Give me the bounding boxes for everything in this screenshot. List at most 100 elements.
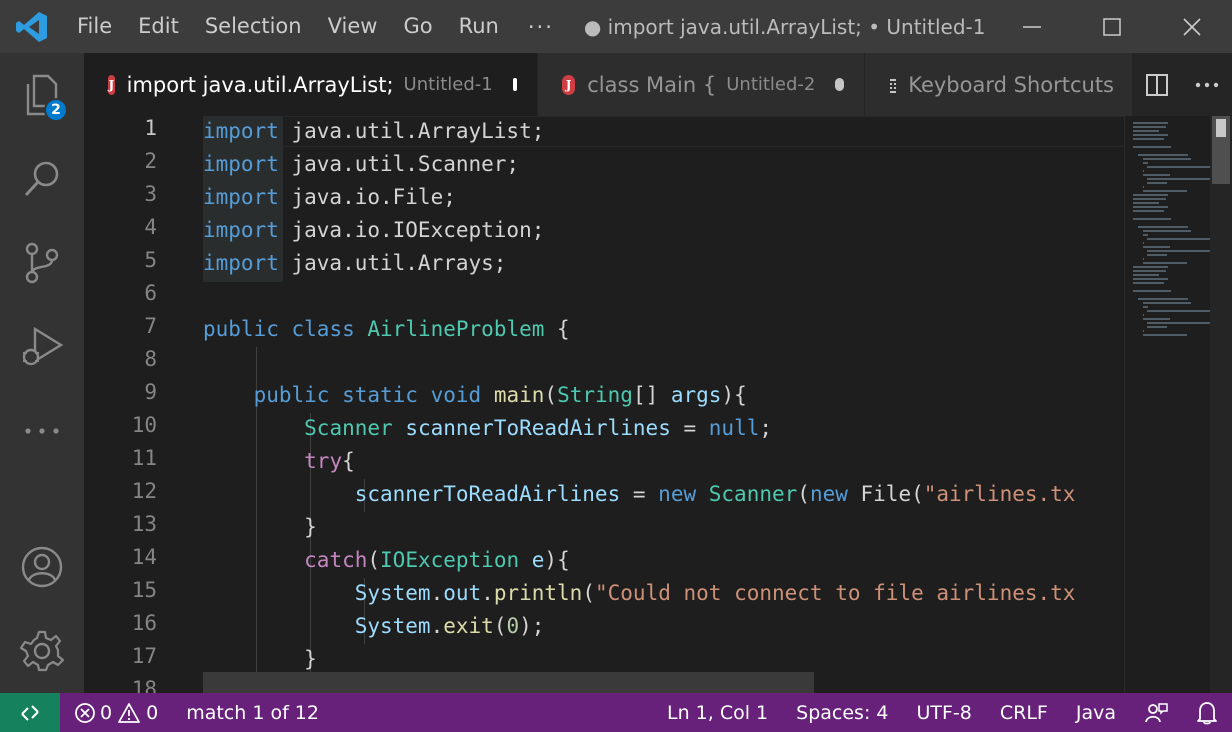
minimap-line: [1133, 290, 1171, 292]
vertical-scrollbar[interactable]: [1210, 116, 1232, 693]
minimap-line: [1133, 138, 1165, 140]
problems-indicator[interactable]: 0 0: [60, 702, 172, 724]
unsaved-dot-icon[interactable]: [835, 78, 844, 91]
more-actions-icon[interactable]: [1195, 80, 1219, 90]
line-number: 15: [131, 578, 157, 602]
minimap-line: [1142, 190, 1187, 192]
account-icon: [21, 546, 63, 588]
tab-label: Keyboard Shortcuts: [908, 72, 1114, 97]
minimap-line: [1142, 246, 1170, 248]
run-debug-button[interactable]: [0, 305, 84, 389]
line-number: 5: [144, 248, 157, 272]
code-line: public class AirlineProblem {: [203, 317, 570, 341]
unsaved-dot-icon[interactable]: [512, 78, 517, 91]
notifications-button[interactable]: [1182, 701, 1232, 725]
search-match-status[interactable]: match 1 of 12: [172, 702, 333, 724]
search-icon: [24, 161, 59, 197]
minimap-line: [1133, 146, 1171, 148]
menu-edit[interactable]: Edit: [125, 0, 192, 53]
feedback-button[interactable]: [1130, 701, 1182, 725]
ellipsis-icon: [25, 428, 59, 434]
menu-file[interactable]: File: [64, 0, 125, 53]
minimap-line: [1133, 266, 1169, 268]
maximize-button[interactable]: [1072, 0, 1152, 53]
menu-bar: File Edit Selection View Go Run ···: [64, 0, 574, 53]
minimap-line: [1142, 170, 1144, 172]
code-editor[interactable]: 1 2 3 4 5 6 7 8 9 10 11 12 13 14 15 16 1…: [84, 116, 1232, 693]
minimap-line: [1133, 210, 1165, 212]
tab-untitled-1[interactable]: J import java.util.ArrayList; Untitled-1: [84, 53, 538, 116]
split-editor-icon[interactable]: [1145, 73, 1169, 97]
line-number: 10: [131, 413, 157, 437]
menu-go[interactable]: Go: [390, 0, 445, 53]
source-control-button[interactable]: [0, 221, 84, 305]
code-line: catch(IOException e){: [304, 548, 570, 572]
minimap-line: [1133, 134, 1169, 136]
editor-actions: [1132, 53, 1232, 116]
close-window-button[interactable]: [1152, 0, 1232, 53]
line-number: 9: [144, 380, 157, 404]
line-number: 12: [131, 479, 157, 503]
tab-keyboard-shortcuts[interactable]: Keyboard Shortcuts: [865, 53, 1135, 116]
line-number: 4: [144, 215, 157, 239]
encoding[interactable]: UTF-8: [902, 702, 985, 724]
indentation[interactable]: Spaces: 4: [782, 702, 902, 724]
minimap-line: [1142, 186, 1144, 188]
tab-untitled-2[interactable]: J class Main { Untitled-2: [538, 53, 865, 116]
minimap-line: [1142, 262, 1187, 264]
menu-more-button[interactable]: ···: [512, 15, 574, 39]
line-number: 17: [131, 644, 157, 668]
code-line: import java.util.ArrayList;: [203, 119, 545, 143]
menu-run[interactable]: Run: [446, 0, 512, 53]
minimize-icon: [1023, 25, 1041, 28]
minimap-line: [1133, 282, 1165, 284]
window-controls: [992, 0, 1232, 53]
minimap-line: [1142, 162, 1148, 164]
code-line: import java.util.Arrays;: [203, 251, 507, 275]
code-line: System.out.println("Could not connect to…: [354, 581, 1076, 605]
remote-button[interactable]: [0, 693, 60, 732]
minimap-line: [1147, 250, 1218, 252]
minimap-line: [1147, 182, 1167, 184]
status-bar: 0 0 match 1 of 12 Ln 1, Col 1 Spaces: 4 …: [0, 693, 1232, 732]
minimap-line: [1133, 194, 1169, 196]
menu-view[interactable]: View: [315, 0, 391, 53]
minimap-line: [1133, 202, 1159, 204]
code-line: System.exit(0);: [354, 614, 545, 638]
code-line: scannerToReadAirlines = new Scanner(new …: [354, 482, 1076, 506]
run-debug-icon: [22, 326, 64, 366]
code-line: Scanner scannerToReadAirlines = null;: [304, 416, 773, 440]
java-file-icon: J: [562, 74, 576, 95]
minimap-line: [1133, 274, 1159, 276]
line-number: 1: [144, 116, 157, 140]
minimap-line: [1147, 310, 1218, 312]
code-line: import java.io.IOException;: [203, 218, 545, 242]
cursor-position[interactable]: Ln 1, Col 1: [653, 702, 782, 724]
accounts-button[interactable]: [0, 525, 84, 609]
more-views-button[interactable]: [0, 389, 84, 473]
minimap-line: [1142, 330, 1144, 332]
source-control-icon: [25, 242, 59, 284]
java-file-icon: J: [108, 74, 115, 95]
minimap-line: [1133, 206, 1169, 208]
explorer-button[interactable]: 2: [0, 53, 84, 137]
minimap-line: [1147, 166, 1218, 168]
maximize-icon: [1103, 17, 1121, 36]
editor-tab-bar: J import java.util.ArrayList; Untitled-1…: [84, 53, 1232, 116]
feedback-icon: [1145, 702, 1168, 722]
language-mode[interactable]: Java: [1062, 702, 1130, 724]
vscode-logo-icon: [0, 0, 64, 53]
title-bar: File Edit Selection View Go Run ··· ● im…: [0, 0, 1232, 53]
search-button[interactable]: [0, 137, 84, 221]
end-of-line[interactable]: CRLF: [986, 702, 1062, 724]
minimize-button[interactable]: [992, 0, 1072, 53]
keyboard-icon: [890, 78, 897, 93]
manage-button[interactable]: [0, 609, 84, 693]
minimap[interactable]: [1124, 116, 1218, 693]
menu-selection[interactable]: Selection: [192, 0, 315, 53]
line-number: 3: [144, 182, 157, 206]
code-area[interactable]: import java.util.ArrayList; import java.…: [203, 116, 1123, 693]
scrollbar-position-marker: [1216, 119, 1226, 137]
minimap-line: [1147, 254, 1167, 256]
warning-icon: [118, 702, 140, 723]
